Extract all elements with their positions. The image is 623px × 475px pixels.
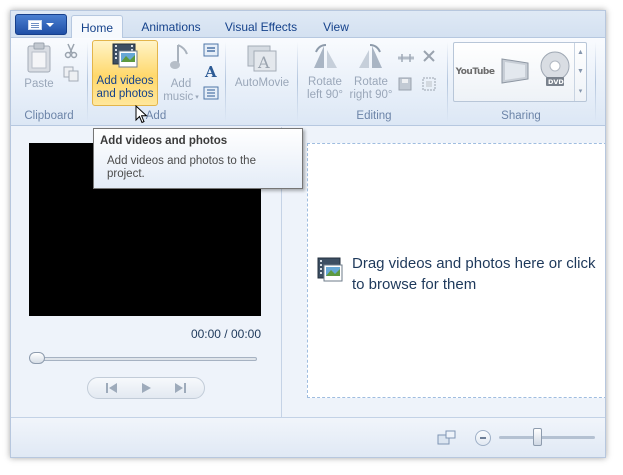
ribbon-tab-bar: Home Animations Visual Effects View <box>11 11 605 39</box>
tab-visual-effects[interactable]: Visual Effects <box>217 15 305 38</box>
youtube-icon[interactable]: YouTube <box>456 61 495 83</box>
cut-icon[interactable] <box>63 43 79 59</box>
trim-icon[interactable] <box>397 50 414 66</box>
dvd-icon[interactable]: DVD <box>538 49 572 89</box>
sharing-gallery: YouTube DVD ▲ ▼ ▾ <box>453 42 587 102</box>
group-divider <box>297 42 298 122</box>
play-icon[interactable] <box>140 382 152 394</box>
svg-text:DVD: DVD <box>548 78 564 86</box>
chevron-down-icon[interactable]: ▼ <box>577 68 584 75</box>
rotate-right-icon <box>359 44 382 68</box>
chevron-down-icon: ▾ <box>195 94 199 101</box>
application-menu-button[interactable] <box>15 14 67 35</box>
document-icon <box>28 19 42 30</box>
ribbon: Paste Clipboard Add videos and photos Ad… <box>11 38 605 126</box>
rotate-left-icon <box>314 44 337 68</box>
group-divider <box>447 42 448 122</box>
chevron-down-icon <box>46 22 54 27</box>
seek-bar[interactable] <box>33 357 257 361</box>
seek-thumb[interactable] <box>29 352 45 364</box>
rotate-right-button[interactable]: Rotate right 90° <box>347 42 395 106</box>
rotate-left-button[interactable]: Rotate left 90° <box>303 42 347 106</box>
app-window: Home Animations Visual Effects View Past… <box>10 10 606 458</box>
svg-text:A: A <box>204 63 217 79</box>
tv-icon[interactable] <box>498 55 532 87</box>
add-videos-icon <box>112 43 138 68</box>
gallery-expand-icon[interactable]: ▾ <box>579 87 583 95</box>
tab-home[interactable]: Home <box>71 15 123 39</box>
tooltip-title: Add videos and photos <box>100 135 228 147</box>
add-caption-icon[interactable]: A <box>203 63 219 81</box>
tooltip-body: Add videos and photos to the project. <box>107 155 256 180</box>
tab-animations[interactable]: Animations <box>131 15 211 38</box>
select-all-icon[interactable] <box>421 76 437 92</box>
add-videos-and-photos-button[interactable]: Add videos and photos <box>92 40 158 106</box>
group-divider <box>595 42 596 122</box>
group-divider <box>225 42 226 122</box>
zoom-slider-track[interactable] <box>499 436 595 439</box>
remove-icon[interactable] <box>421 48 437 64</box>
sharing-group-label: Sharing <box>501 110 541 122</box>
clipboard-icon <box>27 42 51 73</box>
zoom-out-icon[interactable] <box>475 430 491 446</box>
copy-icon[interactable] <box>63 66 79 82</box>
mouse-cursor-icon <box>135 105 148 124</box>
group-divider <box>87 42 88 122</box>
chevron-up-icon[interactable]: ▲ <box>577 49 584 56</box>
add-group-label: Add <box>145 110 167 122</box>
automovie-icon: A <box>247 45 277 72</box>
zoom-slider-thumb[interactable] <box>533 428 542 446</box>
svg-text:A: A <box>257 53 270 72</box>
automovie-button[interactable]: A AutoMovie <box>231 42 293 104</box>
previous-frame-icon[interactable] <box>105 382 119 394</box>
gallery-scroll[interactable]: ▲ ▼ ▾ <box>574 43 586 101</box>
tab-view[interactable]: View <box>313 15 359 38</box>
add-title-icon[interactable] <box>203 42 219 58</box>
music-note-icon <box>170 44 188 69</box>
add-credits-icon[interactable] <box>203 85 219 101</box>
clipboard-group-label: Clipboard <box>24 110 74 122</box>
add-videos-icon <box>317 257 343 282</box>
paste-button[interactable]: Paste <box>19 42 59 102</box>
save-frame-icon[interactable] <box>397 76 413 92</box>
thumbnail-size-icon[interactable] <box>437 430 457 449</box>
tooltip: Add videos and photos Add videos and pho… <box>93 128 303 189</box>
editing-group-label: Editing <box>356 110 392 122</box>
status-bar <box>11 417 605 457</box>
next-frame-icon[interactable] <box>173 382 187 394</box>
playback-controls <box>87 377 205 399</box>
add-music-button[interactable]: Add music ▾ <box>161 42 201 104</box>
drop-instructions: Drag videos and photos here or click to … <box>352 255 596 293</box>
timecode: 00:00 / 00:00 <box>190 327 261 341</box>
storyboard-drop-area[interactable]: Drag videos and photos here or click to … <box>307 143 605 398</box>
